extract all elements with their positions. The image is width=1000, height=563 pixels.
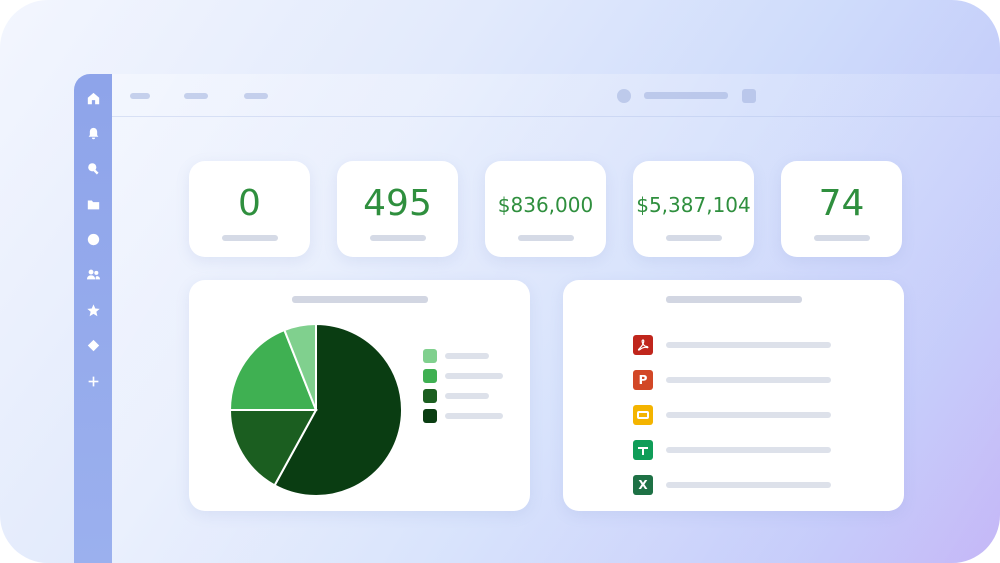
stat-card-2: 495 (337, 161, 458, 257)
stat-label-placeholder (222, 235, 278, 241)
stat-value: 74 (818, 183, 865, 224)
stat-value: 0 (238, 183, 261, 224)
clock-icon[interactable] (85, 231, 101, 247)
pdf-icon[interactable] (633, 335, 653, 355)
file-list-card: PX (563, 280, 904, 511)
pie-chart (228, 322, 403, 497)
plus-icon[interactable] (85, 373, 101, 389)
top-bar (112, 74, 1000, 117)
powerpoint-icon[interactable]: P (633, 370, 653, 390)
legend-label-placeholder (445, 393, 489, 399)
stat-card-5: 74 (781, 161, 902, 257)
file-list-title-placeholder (666, 296, 802, 303)
legend-swatch-4 (423, 409, 437, 423)
stat-label-placeholder (370, 235, 426, 241)
app-window: 0 495 $836,000 $5,387,104 74 PX (74, 74, 1000, 563)
file-name-placeholder (666, 482, 831, 488)
nav-placeholder-3[interactable] (244, 93, 268, 99)
stat-value: $5,387,104 (636, 193, 751, 217)
legend-label-placeholder (445, 373, 503, 379)
user-name-placeholder (644, 92, 728, 99)
legend-swatch-2 (423, 369, 437, 383)
folder-icon[interactable] (85, 196, 101, 212)
legend-swatch-3 (423, 389, 437, 403)
stat-card-4: $5,387,104 (633, 161, 754, 257)
file-name-placeholder (666, 447, 831, 453)
sidebar (74, 74, 112, 563)
nav-placeholder-1[interactable] (130, 93, 150, 99)
stat-label-placeholder (814, 235, 870, 241)
background-frame: 0 495 $836,000 $5,387,104 74 PX (0, 0, 1000, 563)
bell-icon[interactable] (85, 125, 101, 141)
stat-value: $836,000 (497, 193, 594, 217)
pie-chart-card (189, 280, 530, 511)
menu-button[interactable] (742, 89, 756, 103)
home-icon[interactable] (85, 90, 101, 106)
stat-card-1: 0 (189, 161, 310, 257)
star-icon[interactable] (85, 302, 101, 318)
sheets-icon[interactable] (633, 440, 653, 460)
nav-placeholder-2[interactable] (184, 93, 208, 99)
legend-label-placeholder (445, 353, 489, 359)
user-avatar[interactable] (617, 89, 631, 103)
excel-icon[interactable]: X (633, 475, 653, 495)
legend-swatch-1 (423, 349, 437, 363)
slides-icon[interactable] (633, 405, 653, 425)
legend-label-placeholder (445, 413, 503, 419)
people-icon[interactable] (85, 266, 101, 282)
stat-label-placeholder (518, 235, 574, 241)
diamond-icon[interactable] (85, 337, 101, 353)
stat-label-placeholder (666, 235, 722, 241)
stat-card-3: $836,000 (485, 161, 606, 257)
search-icon[interactable] (85, 160, 101, 176)
stat-value: 495 (363, 183, 432, 224)
file-name-placeholder (666, 377, 831, 383)
file-name-placeholder (666, 412, 831, 418)
file-name-placeholder (666, 342, 831, 348)
chart-title-placeholder (292, 296, 428, 303)
